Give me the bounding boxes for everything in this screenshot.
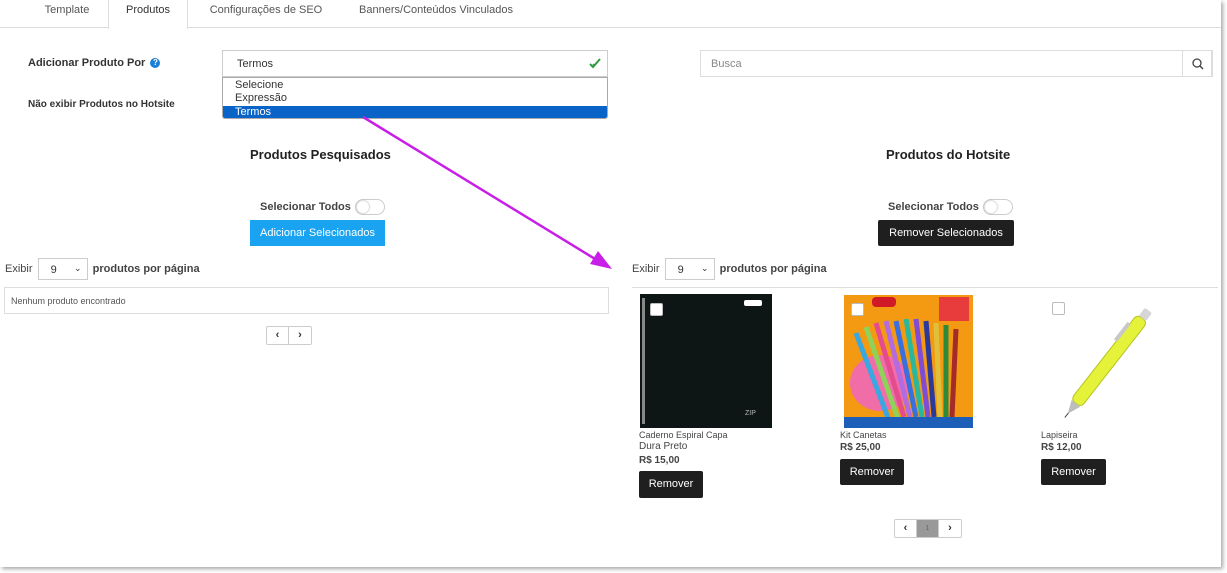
product-checkbox-3[interactable]: [1052, 302, 1065, 315]
chevron-down-icon: ⌄: [74, 263, 82, 273]
product-name-1-line1: Caderno Espiral Capa: [639, 430, 728, 440]
right-per-page-select[interactable]: 9 ⌄: [664, 258, 715, 280]
chevron-right-icon[interactable]: ›: [289, 327, 311, 344]
left-exibir-label: Exibir: [5, 262, 33, 275]
empty-results: Nenhum produto encontrado: [4, 287, 609, 314]
right-panel-title: Produtos do Hotsite: [886, 147, 1011, 162]
check-icon: [589, 58, 601, 69]
annotation-arrow: [362, 115, 612, 269]
add-by-label: Adicionar Produto Por ?: [28, 57, 161, 69]
add-by-label-text: Adicionar Produto Por: [28, 57, 146, 69]
pencil-image: [1064, 308, 1152, 418]
svg-text:ZIP: ZIP: [745, 410, 756, 417]
page-frame: Template Produtos Configurações de SEO B…: [0, 0, 1221, 567]
add-by-dropdown: Selecione Expressão Termos: [222, 77, 608, 119]
left-pagination: ‹ ›: [266, 326, 312, 345]
help-icon[interactable]: ?: [150, 58, 161, 68]
left-per-page-suffix: produtos por página: [92, 262, 200, 275]
left-per-page: Exibir 9 ⌄ produtos por página: [5, 258, 200, 280]
right-per-page: Exibir 9 ⌄ produtos por página: [632, 258, 827, 280]
option-expressao[interactable]: Expressão: [223, 92, 607, 105]
option-termos[interactable]: Termos: [223, 106, 607, 118]
add-by-select[interactable]: Termos: [222, 50, 608, 77]
product-name-3: Lapiseira: [1041, 430, 1078, 440]
hide-products-label: Não exibir Produtos no Hotsite: [28, 99, 175, 110]
left-select-all-toggle[interactable]: [354, 199, 385, 215]
left-select-all: Selecionar Todos: [260, 199, 385, 215]
remove-selected-button[interactable]: Remover Selecionados: [878, 220, 1014, 246]
left-select-all-label: Selecionar Todos: [260, 200, 351, 213]
product-name-1: Caderno Espiral Capa Dura Preto: [639, 429, 728, 453]
add-selected-button[interactable]: Adicionar Selecionados: [250, 220, 385, 246]
right-per-page-value: 9: [677, 264, 684, 276]
right-per-page-suffix: produtos por página: [719, 262, 827, 275]
product-name-2: Kit Canetas: [840, 430, 887, 440]
right-select-all: Selecionar Todos: [888, 199, 1013, 215]
chevron-down-icon: ⌄: [701, 263, 709, 273]
search-icon: [1192, 58, 1204, 70]
remove-button-3[interactable]: Remover: [1041, 459, 1106, 485]
left-per-page-value: 9: [50, 264, 57, 276]
chevron-right-icon[interactable]: ›: [939, 520, 961, 537]
remove-button-2[interactable]: Remover: [840, 459, 904, 485]
right-divider: [632, 287, 1218, 288]
add-by-select-value: Termos: [237, 58, 274, 70]
remove-button-1[interactable]: Remover: [639, 471, 703, 498]
chevron-left-icon[interactable]: ‹: [895, 520, 917, 537]
search-input[interactable]: Busca: [700, 50, 1213, 77]
right-select-all-toggle[interactable]: [982, 199, 1013, 215]
product-price-3: R$ 12,00: [1041, 442, 1082, 453]
product-price-1: R$ 15,00: [639, 455, 680, 466]
right-exibir-label: Exibir: [632, 262, 660, 275]
right-pagination: ‹ 1 ›: [894, 519, 962, 538]
product-price-2: R$ 25,00: [840, 442, 881, 453]
tab-bar: Template Produtos Configurações de SEO B…: [0, 0, 1221, 29]
chevron-left-icon[interactable]: ‹: [267, 327, 289, 344]
search-placeholder: Busca: [711, 58, 742, 70]
left-per-page-select[interactable]: 9 ⌄: [37, 258, 88, 280]
product-name-1-line2: Dura Preto: [639, 441, 688, 452]
product-checkbox-2[interactable]: [851, 303, 864, 316]
product-checkbox-1[interactable]: [650, 303, 663, 316]
tab-seo[interactable]: Configurações de SEO: [196, 0, 336, 28]
page-1-button[interactable]: 1: [917, 520, 939, 537]
left-panel-title: Produtos Pesquisados: [250, 147, 391, 162]
tab-template[interactable]: Template: [28, 0, 106, 28]
tab-produtos[interactable]: Produtos: [108, 0, 188, 29]
option-selecione[interactable]: Selecione: [223, 79, 607, 92]
tab-banners[interactable]: Banners/Conteúdos Vinculados: [346, 0, 526, 28]
right-select-all-label: Selecionar Todos: [888, 200, 979, 213]
search-button[interactable]: [1182, 50, 1212, 77]
